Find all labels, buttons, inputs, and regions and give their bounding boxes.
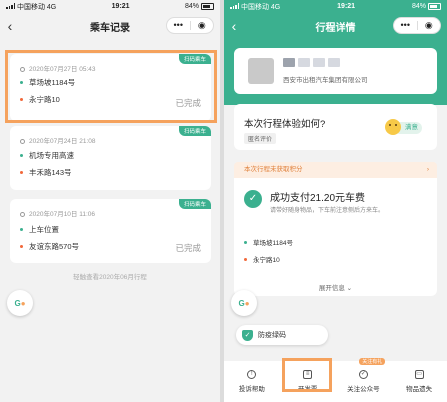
follow-icon: ✓	[358, 370, 368, 379]
tab-label: 物品遗失	[406, 386, 433, 393]
trip-to: 友谊东路570号	[29, 242, 80, 251]
experience-card: 本次行程体验如何? 匿名评价 满意	[234, 104, 437, 150]
end-dot-icon	[20, 171, 23, 174]
health-code-button[interactable]: ✓ 防疫绿码	[236, 325, 328, 345]
payment-card: ✓ 成功支付21.20元车费 请带好随身物品，下车前注意侧后方来车。 草场坡11…	[234, 178, 437, 296]
shield-icon: ✓	[242, 329, 253, 341]
payment-title: 成功支付21.20元车费	[270, 193, 366, 204]
start-dot-icon	[20, 81, 23, 84]
more-icon[interactable]: •••	[394, 18, 417, 33]
trip-time: 2020年07月10日 11:06	[29, 211, 96, 218]
close-icon[interactable]: ◉	[191, 18, 214, 33]
menu-capsule: ••• ◉	[166, 17, 214, 34]
start-dot-icon	[244, 240, 247, 244]
points-banner[interactable]: 本次行程未获取积分 ›	[234, 162, 437, 178]
clock-icon	[20, 212, 25, 217]
trip-from: 机场专用高速	[29, 151, 74, 160]
trip-status: 已完成	[175, 98, 201, 108]
help-icon: !	[247, 370, 257, 379]
trip-time: 2020年07月24日 21:08	[29, 138, 96, 145]
clock: 19:21	[111, 3, 130, 10]
trip-to: 永宁路10	[253, 257, 280, 264]
start-dot-icon	[20, 154, 23, 157]
scan-ride-tag: 扫码乘车	[178, 199, 211, 209]
nav-bar: ‹ 行程详情 ••• ◉	[224, 13, 447, 39]
points-text: 本次行程未获取积分	[244, 166, 303, 173]
follow-account-tab[interactable]: 关注有礼 ✓ 关注公众号	[336, 358, 392, 402]
taxi-company: 西安市出租汽车集团有限公司	[283, 77, 368, 84]
trip-from: 草场坡1184号	[29, 78, 76, 87]
carrier: 中国移动	[240, 3, 269, 11]
invoice-tab[interactable]: ≡ 开发票	[280, 361, 336, 402]
trip-detail-screen: 中国移动 4G 19:21 84% ‹ 行程详情 ••• ◉ 西安市出租汽车集团…	[224, 0, 447, 402]
smile-face-icon	[385, 119, 401, 135]
ride-history-screen: 中国移动 4G 19:21 84% ‹ 乘车记录 ••• ◉ 扫码乘车 2020…	[0, 0, 220, 402]
status-bar: 中国移动 4G 19:21 84%	[0, 0, 220, 13]
end-dot-icon	[20, 98, 23, 101]
scan-ride-tag: 扫码乘车	[178, 126, 211, 136]
end-dot-icon	[20, 245, 23, 248]
signal-icon	[6, 2, 15, 9]
bag-icon: ▭	[414, 370, 424, 379]
back-icon[interactable]: ‹	[0, 18, 20, 34]
network: 4G	[46, 3, 57, 11]
invoice-icon: ≡	[303, 370, 313, 379]
carrier: 中国移动	[16, 3, 45, 11]
anonymous-label: 匿名评价	[244, 133, 277, 144]
battery-percent: 84%	[184, 3, 199, 10]
health-code-label: 防疫绿码	[258, 332, 286, 339]
trip-to: 丰禾路143号	[29, 168, 72, 177]
payment-note: 请带好随身物品，下车前注意侧后方来车。	[270, 208, 385, 214]
clock: 19:21	[337, 3, 356, 10]
app-logo-icon: G●	[14, 298, 26, 308]
view-previous-month-link[interactable]: 轻触查看2020年06月行程	[0, 271, 220, 281]
chevron-right-icon: ›	[426, 166, 429, 173]
signal-icon	[230, 2, 239, 9]
bottom-action-bar: ! 投诉帮助 ≡ 开发票 关注有礼 ✓ 关注公众号 ▭ 物品遗失	[224, 358, 447, 402]
trip-status: 已完成	[175, 243, 201, 253]
status-bar: 中国移动 4G 19:21 84%	[224, 0, 447, 13]
battery-icon	[427, 3, 441, 10]
tab-label: 开发票	[297, 386, 318, 393]
floating-logo-button[interactable]: G●	[7, 290, 33, 316]
app-logo-icon: G●	[238, 298, 250, 308]
trip-card[interactable]: 扫码乘车 2020年07月24日 21:08 机场专用高速 丰禾路143号	[10, 126, 211, 190]
menu-capsule: ••• ◉	[393, 17, 441, 34]
license-plate-masked	[283, 58, 340, 67]
check-circle-icon: ✓	[244, 190, 262, 208]
more-icon[interactable]: •••	[167, 18, 190, 33]
end-dot-icon	[244, 257, 247, 261]
battery-icon	[200, 3, 214, 10]
start-dot-icon	[20, 228, 23, 231]
trip-from: 上车位置	[29, 225, 59, 234]
driver-avatar	[248, 58, 274, 84]
complaint-help-tab[interactable]: ! 投诉帮助	[224, 361, 280, 402]
trip-card[interactable]: 扫码乘车 2020年07月10日 11:06 上车位置 友谊东路570号 已完成	[10, 199, 211, 263]
nav-bar: ‹ 乘车记录 ••• ◉	[0, 13, 220, 39]
trip-card[interactable]: 扫码乘车 2020年07月27日 05:43 草场坡1184号 永宁路10 已完…	[10, 54, 211, 121]
trip-time: 2020年07月27日 05:43	[29, 66, 96, 73]
trip-to: 永宁路10	[29, 95, 60, 104]
lost-item-tab[interactable]: ▭ 物品遗失	[391, 361, 447, 402]
network: 4G	[270, 3, 281, 11]
tab-label: 关注公众号	[347, 386, 380, 393]
follow-gift-badge: 关注有礼	[359, 358, 386, 365]
experience-question: 本次行程体验如何?	[244, 119, 326, 130]
clock-icon	[20, 67, 25, 72]
floating-logo-button[interactable]: G●	[231, 290, 257, 316]
driver-card: 西安市出租汽车集团有限公司	[234, 48, 437, 94]
tab-label: 投诉帮助	[238, 386, 265, 393]
expand-info-button[interactable]: 展开信息 ⌄	[234, 282, 437, 292]
scan-ride-tag: 扫码乘车	[178, 54, 211, 64]
battery-percent: 84%	[411, 3, 426, 10]
clock-icon	[20, 139, 25, 144]
back-icon[interactable]: ‹	[224, 18, 244, 34]
close-icon[interactable]: ◉	[418, 18, 441, 33]
trip-from: 草场坡1184号	[253, 240, 293, 247]
